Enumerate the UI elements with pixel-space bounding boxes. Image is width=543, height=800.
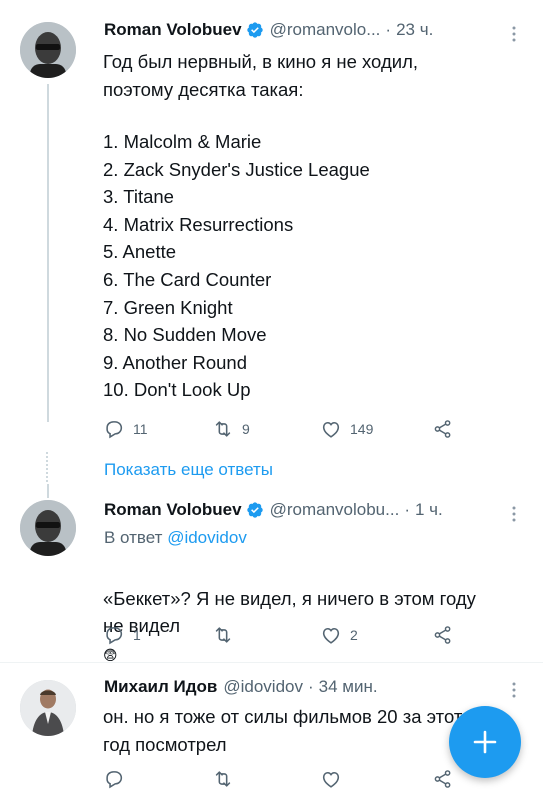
reply-button[interactable]: 11	[103, 418, 148, 440]
reply-context: В ответ @idovidov	[104, 528, 247, 548]
separator-dot: ·	[307, 677, 314, 696]
thread-line	[47, 484, 49, 498]
more-dots-icon[interactable]	[512, 682, 516, 698]
list-item: 4. Matrix Resurrections	[103, 213, 294, 235]
avatar-photo	[20, 680, 76, 736]
heart-icon	[322, 627, 340, 644]
reply-icon	[106, 771, 123, 789]
heart-icon	[322, 421, 340, 438]
share-icon	[434, 770, 451, 788]
thread-dots	[46, 452, 50, 482]
tweet-header: Roman Volobuev @romanvolo... · 23 ч.	[104, 20, 433, 40]
more-dots-icon[interactable]	[512, 26, 516, 42]
tweet-text: «Беккет»? Я не видел, я ничего в этом го…	[103, 557, 533, 669]
reply-handle-link[interactable]: @idovidov	[167, 528, 247, 547]
author-handle[interactable]: @romanvolobu...	[270, 500, 400, 520]
avatar-photo	[20, 500, 76, 556]
timestamp[interactable]: 23 ч.	[396, 20, 433, 40]
timestamp[interactable]: 1 ч.	[415, 500, 443, 520]
reply-prefix: В ответ	[104, 528, 163, 547]
author-name[interactable]: Roman Volobuev	[104, 500, 242, 520]
fearful-face-emoji: 😨	[103, 646, 118, 663]
separator-dot: ·	[404, 500, 410, 519]
like-count: 149	[350, 421, 374, 437]
timestamp[interactable]: 34 мин.	[319, 677, 378, 697]
heart-icon	[322, 771, 340, 788]
share-button[interactable]	[432, 768, 454, 790]
reply-count: 11	[133, 421, 148, 437]
like-button[interactable]: 149	[320, 418, 373, 440]
author-handle[interactable]: @idovidov	[223, 677, 303, 697]
retweet-icon	[215, 771, 231, 787]
author-name[interactable]: Михаил Идов	[104, 677, 217, 697]
divider	[0, 662, 543, 663]
share-icon	[434, 420, 451, 438]
author-handle[interactable]: @romanvolo...	[270, 20, 381, 40]
like-button[interactable]: 2	[320, 624, 358, 646]
avatar-photo	[20, 22, 76, 78]
show-more-replies-link[interactable]: Показать еще ответы	[104, 460, 273, 480]
tweet-body: «Беккет»? Я не видел, я ничего в этом го…	[103, 587, 476, 637]
list-item: 1. Malcolm & Marie	[103, 131, 262, 152]
retweet-button[interactable]	[212, 624, 242, 646]
movie-list: 1. Malcolm & Marie 2. Zack Snyder's Just…	[103, 128, 370, 404]
compose-button[interactable]	[449, 706, 521, 778]
retweet-button[interactable]: 9	[212, 418, 250, 440]
tweet-text: он. но я тоже от силы фильмов 20 за этот…	[103, 706, 463, 755]
list-item: 3. Titane	[103, 186, 174, 208]
reply-count: 1	[133, 627, 141, 643]
list-item: 2. Zack Snyder's Justice League	[103, 158, 370, 180]
list-item: 8. No Sudden Move	[103, 324, 267, 346]
share-button[interactable]	[432, 418, 454, 440]
author-name[interactable]: Roman Volobuev	[104, 20, 242, 40]
share-icon	[434, 626, 451, 644]
separator-dot: ·	[385, 20, 392, 39]
tweet-header: Roman Volobuev @romanvolobu... · 1 ч.	[104, 500, 443, 520]
tweet-header: Михаил Идов @idovidov · 34 мин.	[104, 677, 378, 697]
plus-icon	[473, 730, 497, 754]
avatar[interactable]	[20, 680, 76, 736]
verified-badge-icon	[246, 22, 263, 38]
retweet-count: 9	[242, 421, 250, 437]
reply-button[interactable]	[103, 768, 125, 790]
list-item: 10. Don't Look Up	[103, 379, 251, 401]
more-dots-icon[interactable]	[512, 506, 516, 522]
like-count: 2	[350, 627, 358, 643]
retweet-icon	[215, 421, 231, 437]
verified-badge-icon	[246, 502, 263, 518]
list-item: 5. Anette	[103, 241, 177, 263]
tweet-text: Год был нервный, в кино я не ходил, поэт…	[103, 51, 419, 100]
thread-line	[47, 84, 49, 422]
avatar[interactable]	[20, 22, 76, 78]
retweet-button[interactable]	[212, 768, 234, 790]
list-item: 6. The Card Counter	[103, 268, 272, 290]
list-item: 9. Another Round	[103, 351, 247, 373]
reply-icon	[106, 421, 123, 439]
like-button[interactable]	[320, 768, 342, 790]
retweet-icon	[215, 627, 231, 643]
avatar[interactable]	[20, 500, 76, 556]
share-button[interactable]	[432, 624, 454, 646]
reply-button[interactable]: 1	[103, 624, 141, 646]
reply-icon	[106, 627, 123, 645]
list-item: 7. Green Knight	[103, 296, 233, 318]
